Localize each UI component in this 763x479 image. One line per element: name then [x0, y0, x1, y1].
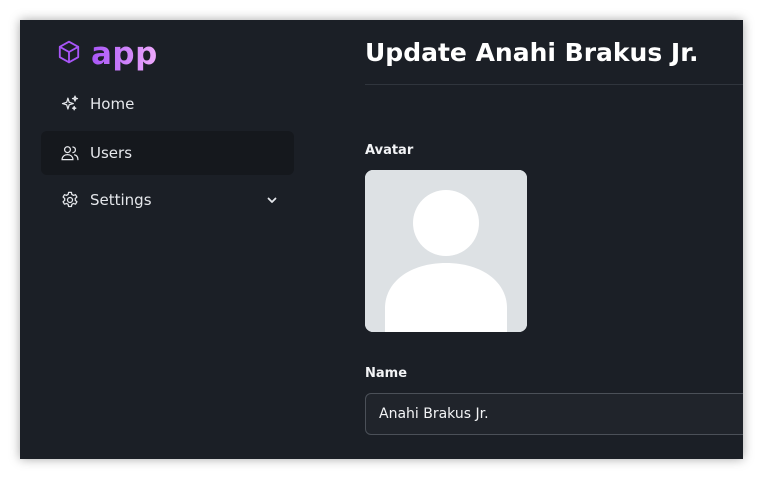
avatar-placeholder-icon: [365, 170, 527, 332]
sidebar-item-settings[interactable]: Settings: [41, 178, 294, 222]
sidebar-item-label: Home: [90, 95, 135, 113]
page-title: Update Anahi Brakus Jr.: [365, 38, 699, 67]
avatar-label: Avatar: [365, 143, 414, 158]
app-name: app: [91, 36, 158, 72]
sidebar-item-label: Users: [90, 144, 133, 162]
users-icon: [60, 143, 80, 163]
name-label: Name: [365, 366, 408, 381]
sidebar-item-label: Settings: [90, 191, 152, 209]
sparkles-icon: [60, 94, 80, 114]
name-field[interactable]: [365, 393, 743, 435]
gear-icon: [60, 190, 80, 210]
sidebar-item-users[interactable]: Users: [41, 131, 294, 175]
cube-icon: [56, 39, 82, 69]
app-logo[interactable]: app: [56, 34, 158, 74]
chevron-down-icon[interactable]: [264, 192, 280, 208]
header-divider: [365, 84, 743, 85]
app-window: app Home Users Settings Update Anahi Bra…: [20, 20, 743, 459]
avatar-upload[interactable]: [365, 170, 527, 332]
sidebar-item-home[interactable]: Home: [41, 82, 294, 126]
